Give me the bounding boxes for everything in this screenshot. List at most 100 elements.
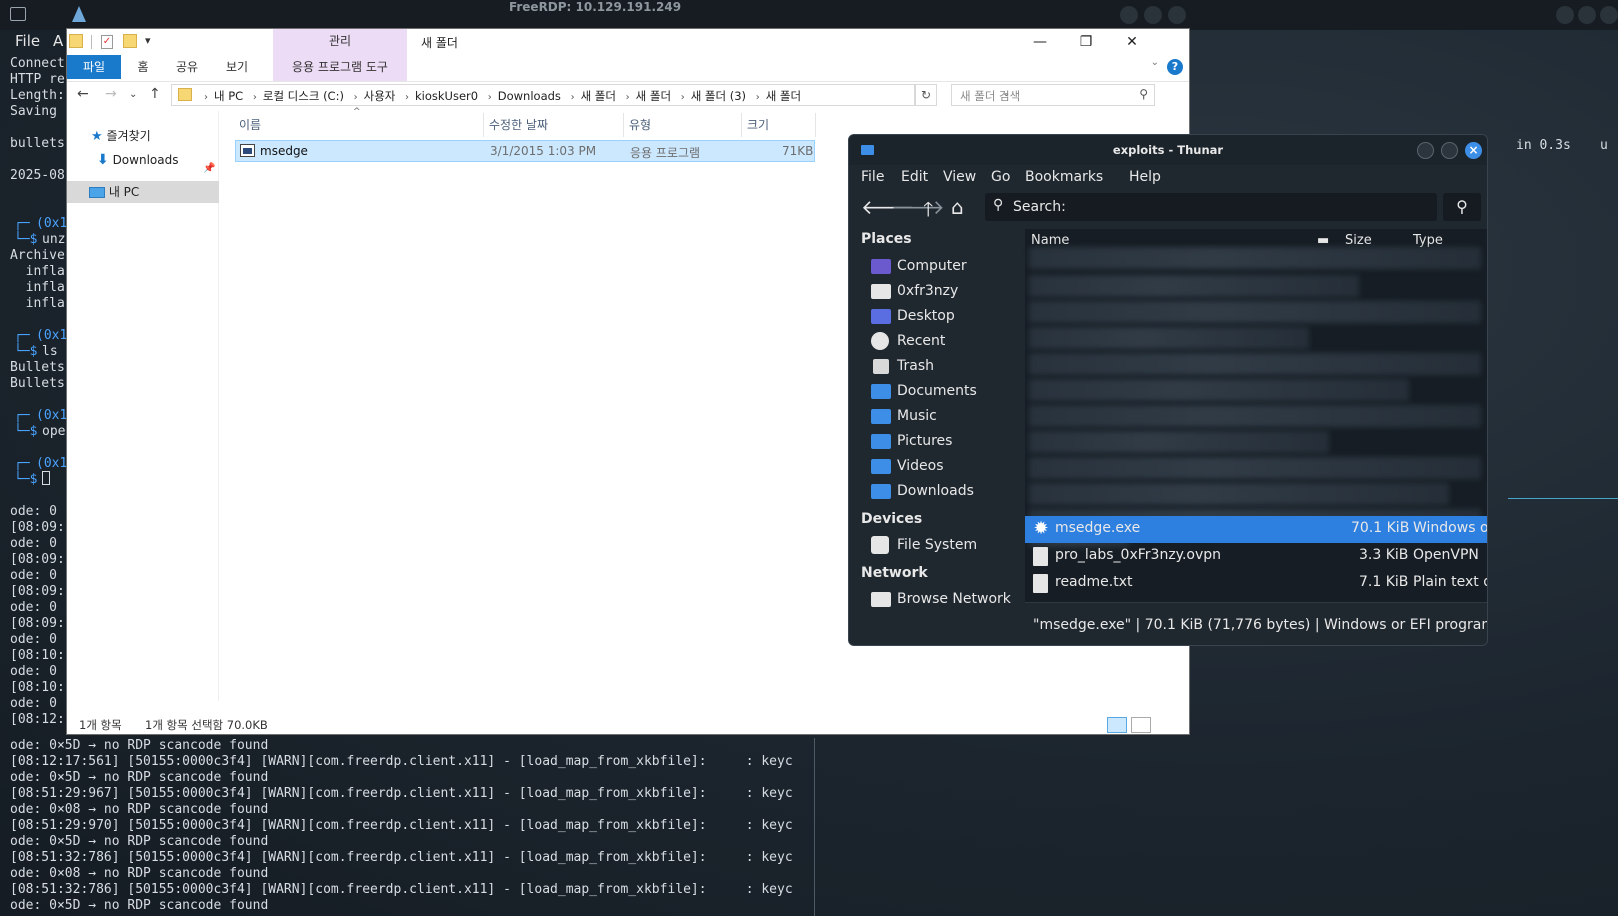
forward-button[interactable]: → xyxy=(105,86,117,102)
column-size[interactable]: Size xyxy=(1345,233,1372,248)
thunar-maximize-button[interactable] xyxy=(1441,142,1458,159)
column-header-size[interactable]: 크기 xyxy=(747,113,769,137)
new-folder-icon[interactable] xyxy=(123,34,137,48)
menu-edit[interactable]: Edit xyxy=(901,169,928,185)
tab-share[interactable]: 공유 xyxy=(167,55,207,79)
expand-ribbon-icon[interactable]: ⌄ xyxy=(1151,57,1159,68)
place-music[interactable]: Music xyxy=(871,405,937,427)
place-videos[interactable]: Videos xyxy=(871,455,944,477)
tab-file[interactable]: 파일 xyxy=(67,55,121,79)
column-header-name[interactable]: 이름 xyxy=(239,113,261,137)
recent-locations-icon[interactable]: ⌄ xyxy=(129,89,137,100)
nav-favorites[interactable]: ★ 즐겨찾기 xyxy=(91,125,151,147)
breadcrumb-item[interactable]: 새 폴더 xyxy=(636,89,671,103)
tab-app-tools[interactable]: 응용 프로그램 도구 xyxy=(273,55,407,79)
breadcrumb-item[interactable]: 새 폴더 (3) xyxy=(691,89,746,103)
status-selection: 1개 항목 선택함 70.0KB xyxy=(145,718,268,732)
address-bar[interactable]: › 내 PC › 로컬 디스크 (C:) › 사용자 › kioskUser0 › Dow… xyxy=(171,84,1010,106)
place-home[interactable]: 0xfr3nzy xyxy=(871,280,958,302)
customize-toolbar-icon[interactable]: ▾ xyxy=(145,34,151,47)
file-row-readme[interactable]: readme.txt 7.1 KiB Plain text document xyxy=(1025,570,1487,597)
search-input[interactable]: 새 폴더 검색 ⚲ xyxy=(951,84,1155,106)
help-button[interactable]: ? xyxy=(1167,59,1183,75)
up-button[interactable]: ↑ xyxy=(149,86,161,102)
place-label: Pictures xyxy=(897,433,953,449)
large-icons-view-button[interactable] xyxy=(1131,717,1151,733)
breadcrumb-item[interactable]: 새 폴더 xyxy=(766,89,801,103)
up-icon[interactable]: 🡑 xyxy=(923,195,933,229)
menu-bookmarks[interactable]: Bookmarks xyxy=(1025,169,1103,185)
blurred-row xyxy=(1029,247,1481,269)
close-button[interactable]: ✕ xyxy=(1109,31,1155,53)
breadcrumb-item[interactable]: kioskUser0 xyxy=(415,89,478,103)
tab-home[interactable]: 홈 xyxy=(125,55,161,79)
breadcrumb: › 내 PC › 로컬 디스크 (C:) › 사용자 › kioskUser0 › Dow… xyxy=(204,89,802,103)
search-placeholder: 새 폴더 검색 xyxy=(960,89,1021,103)
column-divider[interactable] xyxy=(483,113,484,137)
restore-button[interactable]: ❐ xyxy=(1063,31,1109,53)
device-filesystem[interactable]: File System xyxy=(871,534,977,556)
menu-go[interactable]: Go xyxy=(991,169,1010,185)
column-type[interactable]: Type xyxy=(1413,233,1443,248)
context-group-label: 관리 xyxy=(328,34,352,48)
back-button[interactable]: ← xyxy=(77,86,89,102)
terminal-maximize-button[interactable] xyxy=(1578,6,1596,24)
breadcrumb-item[interactable]: 사용자 xyxy=(364,89,396,103)
properties-icon[interactable]: ✓ xyxy=(101,35,113,49)
home-icon[interactable]: ⌂ xyxy=(951,195,964,219)
column-name[interactable]: Name xyxy=(1031,233,1069,248)
network-icon xyxy=(871,591,891,607)
menu-view[interactable]: View xyxy=(943,169,976,185)
nav-this-pc-label: 내 PC xyxy=(108,185,140,199)
network-browse[interactable]: Browse Network xyxy=(871,588,1011,610)
gear-icon: ✹ xyxy=(1033,518,1049,539)
terminal-minimize-button[interactable] xyxy=(1556,6,1574,24)
place-downloads[interactable]: Downloads xyxy=(871,480,974,502)
column-header-modified[interactable]: 수정한 날짜 xyxy=(489,113,548,137)
nav-this-pc[interactable]: 내 PC xyxy=(67,181,219,203)
application-icon xyxy=(240,144,255,157)
terminal-menu-a[interactable]: A xyxy=(53,32,63,50)
terminal-menu-file[interactable]: File xyxy=(15,32,40,50)
column-divider[interactable] xyxy=(815,113,816,137)
terminal-close-button[interactable] xyxy=(1600,6,1618,24)
nav-downloads[interactable]: ⬇ Downloads xyxy=(97,149,178,171)
terminal-cursor[interactable] xyxy=(42,471,50,485)
thunar-close-button[interactable]: × xyxy=(1465,142,1482,159)
nav-favorites-label: 즐겨찾기 xyxy=(106,129,151,143)
breadcrumb-item[interactable]: 새 폴더 xyxy=(581,89,616,103)
column-divider[interactable] xyxy=(741,113,742,137)
place-label: Trash xyxy=(897,358,934,374)
column-header-type[interactable]: 유형 xyxy=(629,113,651,137)
place-desktop[interactable]: Desktop xyxy=(871,305,955,327)
place-trash[interactable]: Trash xyxy=(871,355,934,377)
terminal-line: ls xyxy=(42,344,58,359)
file-row[interactable]: msedge 3/1/2015 1:03 PM 응용 프로그램 71KB xyxy=(235,140,815,162)
log-line: [08:12:17:561] [50155:0000c3f4] [WARN][c… xyxy=(10,754,793,769)
thunar-minimize-button[interactable] xyxy=(1417,142,1434,159)
forward-icon[interactable]: 🡒 xyxy=(891,195,945,219)
thunar-search-input[interactable]: ⚲ Search: xyxy=(985,193,1437,221)
prompt-dollar: └─$ xyxy=(14,232,38,247)
place-pictures[interactable]: Pictures xyxy=(871,430,952,452)
refresh-button[interactable]: ↻ xyxy=(915,84,937,106)
breadcrumb-item[interactable]: 내 PC xyxy=(214,89,243,103)
place-recent[interactable]: Recent xyxy=(871,330,945,352)
prompt-corner: ┌─ xyxy=(14,216,30,231)
pane-divider[interactable] xyxy=(814,738,815,916)
file-row-ovpn[interactable]: pro_labs_0xFr3nzy.ovpn 3.3 KiB OpenVPN xyxy=(1025,543,1487,570)
log-line: [08:51:32:786] [50155:0000c3f4] [WARN][c… xyxy=(10,882,793,897)
tab-view[interactable]: 보기 xyxy=(217,55,257,79)
terminal-line: ope xyxy=(42,424,66,439)
menu-help[interactable]: Help xyxy=(1129,169,1161,185)
place-computer[interactable]: Computer xyxy=(871,255,967,277)
breadcrumb-item[interactable]: 로컬 디스크 (C:) xyxy=(263,89,344,103)
place-documents[interactable]: Documents xyxy=(871,380,977,402)
menu-file[interactable]: File xyxy=(861,169,884,185)
search-toggle-button[interactable]: ⚲ xyxy=(1443,193,1481,221)
file-row-msedge[interactable]: ✹ msedge.exe 70.1 KiB Windows or EFI pro… xyxy=(1025,516,1487,543)
minimize-button[interactable]: — xyxy=(1017,31,1063,53)
breadcrumb-item[interactable]: Downloads xyxy=(498,89,561,103)
column-divider[interactable] xyxy=(623,113,624,137)
details-view-button[interactable] xyxy=(1107,717,1127,733)
